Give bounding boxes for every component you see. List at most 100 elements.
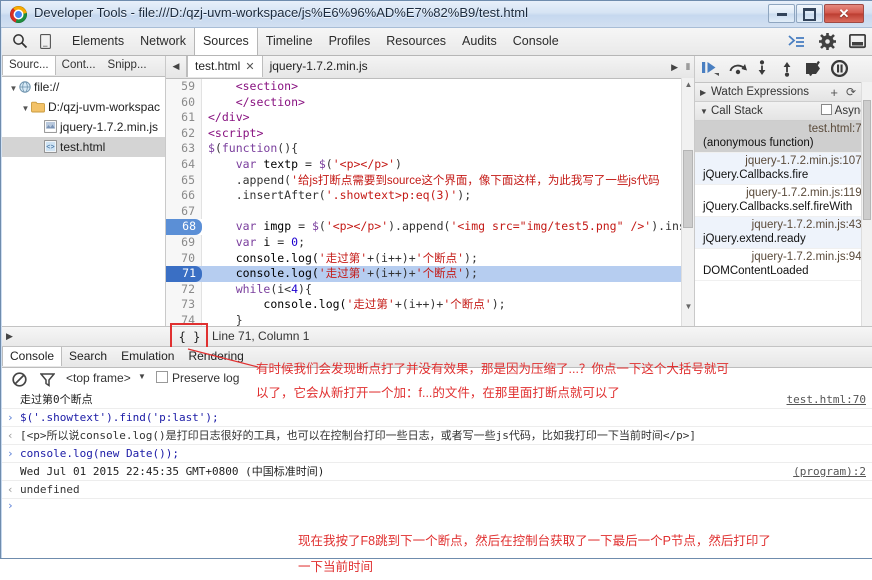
tab-sources[interactable]: Sources (193, 28, 258, 55)
search-icon[interactable] (12, 33, 28, 52)
sidebar-scroll-thumb[interactable] (863, 100, 871, 220)
message-text: 走过第0个断点 (20, 393, 93, 406)
expand-sidebar-icon[interactable]: ▶ (6, 331, 13, 342)
line-number[interactable]: 63 (166, 141, 202, 157)
editor-scroll-thumb[interactable] (683, 150, 693, 228)
drawer-tab-console[interactable]: Console (2, 347, 63, 366)
nav-tab-snippets[interactable]: Snipp... (102, 56, 153, 75)
code-viewport[interactable]: 59 <section> 60 </section> 61 </div> 62 <s… (166, 79, 694, 332)
sidebar-scrollbar[interactable] (861, 82, 872, 331)
prompt-marker: › (7, 499, 14, 512)
editor-tab-jquery[interactable]: jquery-1.7.2.min.js (263, 56, 375, 77)
maximize-button[interactable] (796, 4, 823, 23)
nav-tab-content-scripts[interactable]: Cont... (56, 56, 102, 75)
drawer-tab-emulation[interactable]: Emulation (114, 347, 181, 366)
line-number[interactable]: 61 (166, 110, 202, 126)
clear-console-icon[interactable] (12, 372, 27, 390)
chevron-down-icon[interactable]: ▼ (138, 372, 146, 381)
close-button[interactable]: ✕ (824, 4, 864, 23)
dock-icon[interactable] (788, 34, 805, 52)
navigator-pane: Sourc... Cont... Snipp... ▼ file:// ▼ D:/qzj… (2, 56, 166, 353)
checkbox-icon[interactable] (820, 104, 832, 115)
navigator-tabs: Sourc... Cont... Snipp... (2, 56, 165, 77)
line-number[interactable]: 69 (166, 234, 202, 251)
tab-timeline[interactable]: Timeline (258, 28, 321, 55)
tab-elements[interactable]: Elements (64, 28, 132, 55)
message-source-link[interactable]: test.html:70 (787, 391, 866, 408)
tab-network[interactable]: Network (132, 28, 194, 55)
line-number[interactable]: 71 (166, 266, 202, 282)
scroll-down-arrow-icon[interactable]: ▼ (684, 302, 693, 311)
device-icon[interactable] (40, 34, 51, 52)
filter-icon[interactable] (39, 372, 56, 390)
console-input-message: › $('.showtext').find('p:last'); (2, 409, 872, 427)
call-stack-frame[interactable]: jquery-1.7.2.min.js:1075 jQuery.Callback… (695, 153, 872, 185)
editor-tab-test-html[interactable]: test.html ✕ (187, 56, 263, 77)
line-number[interactable]: 70 (166, 250, 202, 267)
watch-expressions-header[interactable]: ▶ Watch Expressions + ⟳ (695, 83, 872, 102)
drawer-toggle-icon[interactable] (848, 33, 867, 52)
line-number[interactable]: 65 (166, 172, 202, 189)
add-watch-icon[interactable]: + (830, 83, 838, 102)
deactivate-breakpoints-button[interactable] (805, 60, 825, 80)
step-over-button[interactable] (728, 60, 748, 80)
checkbox-icon[interactable] (156, 371, 168, 383)
tabs-list-icon[interactable]: ⦀ (682, 57, 694, 78)
twisty-icon[interactable]: ▶ (700, 83, 711, 102)
line-number[interactable]: 73 (166, 297, 202, 313)
minimize-button[interactable] (768, 4, 795, 23)
drawer-tab-rendering[interactable]: Rendering (181, 347, 250, 366)
scroll-up-arrow-icon[interactable]: ▲ (684, 80, 693, 89)
call-stack-frame[interactable]: jquery-1.7.2.min.js:1193 jQuery.Callback… (695, 185, 872, 217)
execution-context-selector[interactable]: <top frame> (66, 371, 131, 385)
line-number[interactable]: 64 (166, 156, 202, 173)
tree-item-folder[interactable]: ▼ D:/qzj-uvm-workspac (2, 97, 165, 117)
frame-location: jquery-1.7.2.min.js:435 (751, 219, 868, 231)
frame-function: jQuery.extend.ready (703, 233, 806, 245)
twisty-icon[interactable]: ▼ (8, 79, 19, 97)
tree-item-jquery-js[interactable]: jquery-1.7.2.min.js (2, 117, 165, 137)
resume-script-button[interactable] (701, 60, 721, 80)
call-stack-frame[interactable]: test.html:71 (anonymous function) (695, 121, 872, 153)
line-number[interactable]: 62 (166, 125, 202, 142)
tab-profiles[interactable]: Profiles (321, 28, 379, 55)
nav-tab-sources[interactable]: Sourc... (2, 56, 56, 75)
close-icon[interactable]: ✕ (245, 61, 254, 73)
message-text: [<p>所以说console.log()是打印日志很好的工具，也可以在控制台打印… (20, 429, 696, 442)
frame-function: jQuery.Callbacks.fire (703, 169, 809, 181)
message-source-link[interactable]: (program):2 (793, 463, 866, 480)
console-message-list[interactable]: 走过第0个断点 test.html:70 › $('.showtext').fi… (2, 391, 872, 558)
preserve-log-checkbox[interactable]: Preserve log (156, 371, 239, 385)
code-line: 62 <script> (166, 125, 694, 142)
drawer-tab-search[interactable]: Search (62, 347, 114, 366)
async-checkbox[interactable]: Async (820, 102, 866, 121)
settings-gear-icon[interactable] (818, 33, 836, 53)
console-input-prompt[interactable]: › (2, 499, 872, 558)
tab-audits[interactable]: Audits (454, 28, 505, 55)
call-stack-frame[interactable]: jquery-1.7.2.min.js:949 DOMContentLoaded (695, 249, 872, 281)
twisty-icon[interactable]: ▼ (700, 102, 711, 121)
tree-label: D:/qzj-uvm-workspac (48, 100, 161, 114)
line-number[interactable]: 59 (166, 79, 202, 95)
code-line: 70 console.log('走过第'+(i++)+'个断点'); (166, 250, 694, 267)
editor-vertical-scrollbar[interactable]: ▲ ▼ (681, 78, 694, 331)
refresh-icon[interactable]: ⟳ (846, 83, 856, 102)
call-stack-header[interactable]: ▼ Call Stack Async (695, 102, 872, 121)
editor-tab-bar: ◀ test.html ✕ jquery-1.7.2.min.js ▶ ⦀ (166, 56, 694, 79)
tree-item-test-html[interactable]: <> test.html (2, 137, 165, 157)
step-out-button[interactable] (780, 60, 794, 80)
step-into-button[interactable] (755, 60, 769, 80)
line-number[interactable]: 72 (166, 281, 202, 298)
tab-resources[interactable]: Resources (378, 28, 454, 55)
tab-console[interactable]: Console (505, 28, 567, 55)
tabs-scroll-left-icon[interactable]: ◀ (166, 56, 187, 77)
pause-on-exceptions-button[interactable] (830, 59, 849, 80)
twisty-icon[interactable]: ▼ (20, 99, 31, 117)
line-number[interactable]: 67 (166, 203, 202, 220)
call-stack-frame[interactable]: jquery-1.7.2.min.js:435 jQuery.extend.re… (695, 217, 872, 249)
tabs-scroll-right-icon[interactable]: ▶ (667, 57, 682, 78)
line-number[interactable]: 60 (166, 94, 202, 111)
line-number[interactable]: 66 (166, 188, 202, 204)
tree-item-file-protocol[interactable]: ▼ file:// (2, 77, 165, 97)
line-number[interactable]: 68 (166, 219, 202, 235)
